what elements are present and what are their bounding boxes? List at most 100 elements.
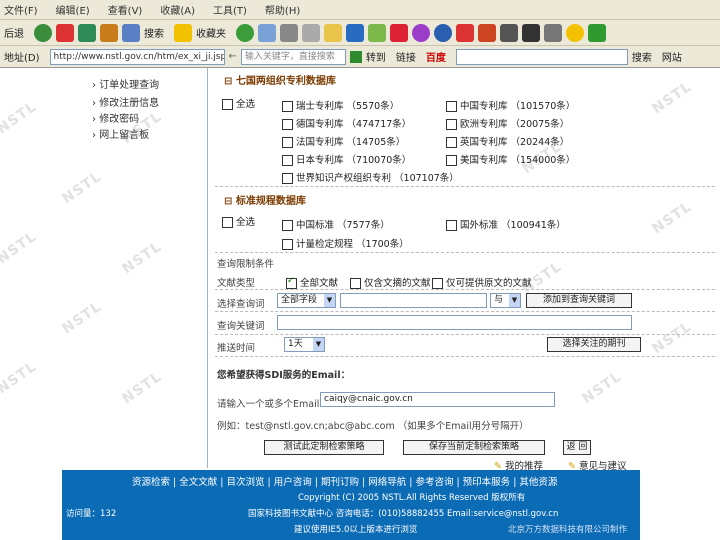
producer: 北京万方数据科技有限公司制作 [508, 525, 628, 535]
back-button[interactable]: 后退 [4, 25, 24, 40]
divider [215, 289, 715, 290]
divider [215, 186, 715, 187]
tool-icon[interactable] [368, 23, 386, 42]
standard-foreign[interactable]: 国外标准 （100941条） [446, 217, 566, 231]
watermark: NSTL [579, 368, 625, 408]
email-label: 请输入一个或多个Email [217, 399, 320, 410]
patent-wipo[interactable]: 世界知识产权组织专利 （107107条） [282, 170, 459, 184]
field-select[interactable]: 全部字段 ▼ [277, 293, 336, 308]
menu-file[interactable]: 文件(F) [4, 2, 38, 17]
address-search-input[interactable]: 输入关键字，直接搜索 [240, 48, 346, 65]
app-icon-1[interactable] [390, 23, 408, 42]
test-strategy-button[interactable]: 测试此定制检索策略 [264, 440, 384, 455]
print-icon[interactable] [280, 23, 298, 42]
standard-metrology[interactable]: 计量检定规程 （1700条） [282, 236, 409, 250]
address-label: 地址(D) [4, 53, 40, 64]
back-button[interactable]: 返 回 [563, 440, 591, 455]
email-example: 例如：test@nstl.gov.cn;abc@abc.com （如果多个Ema… [217, 421, 529, 432]
footer-links[interactable]: 资源检索 | 全文文献 | 目次浏览 | 用户咨询 | 期刊订购 | 网络导航 … [132, 474, 557, 488]
chevron-down-icon: ▼ [313, 338, 324, 351]
app-icon-4[interactable] [456, 23, 474, 42]
sdi-title: 您希望获得SDI服务的Email： [217, 370, 351, 381]
query-label: 选择查询词 [217, 299, 265, 310]
baidu-search-button[interactable]: 搜索 [632, 49, 652, 64]
search-icon[interactable] [122, 23, 140, 42]
app-icon-7[interactable] [544, 23, 562, 42]
links-button[interactable]: 链接 [396, 49, 416, 64]
keywords-label: 查询关键词 [217, 321, 265, 332]
app-icon-6[interactable] [500, 23, 518, 42]
patent-france[interactable]: 法国专利库 （14705条） [282, 134, 405, 148]
home-icon[interactable] [100, 23, 118, 42]
menu-bar: 文件(F) 编辑(E) 查看(V) 收藏(A) 工具(T) 帮助(H) [0, 0, 720, 20]
divider [215, 252, 715, 253]
refresh-icon[interactable] [78, 23, 96, 42]
standards-select-all[interactable]: 全选 [222, 214, 255, 228]
smiley-icon[interactable] [566, 23, 584, 42]
email-input[interactable]: caiqy@cnaic.gov.cn [320, 392, 555, 407]
edit-icon[interactable] [302, 23, 320, 42]
watermark: NSTL [649, 198, 695, 238]
baidu-search-input[interactable] [455, 48, 628, 65]
add-keyword-button[interactable]: 添加到查询关键词 [526, 293, 632, 308]
menu-favorites[interactable]: 收藏(A) [160, 2, 195, 17]
back-arrow-icon[interactable]: ← [229, 51, 237, 62]
save-strategy-button[interactable]: 保存当前定制检索策略 [403, 440, 545, 455]
menu-help[interactable]: 帮助(H) [265, 2, 300, 17]
frequency-select[interactable]: 1天 ▼ [284, 337, 325, 352]
conditions-label: 查询限制条件 [217, 259, 275, 270]
patent-china[interactable]: 中国专利库 （101570条） [446, 98, 575, 112]
doc-type-all[interactable]: 全部文献 [286, 275, 338, 289]
app-icon-3[interactable] [434, 23, 452, 42]
app-icon-8[interactable] [588, 23, 606, 42]
standard-china[interactable]: 中国标准 （7577条） [282, 217, 390, 231]
nav-change-password[interactable]: › 修改密码 [92, 110, 139, 125]
app-icon-5[interactable] [478, 23, 496, 42]
chevron-down-icon: ▼ [324, 294, 335, 307]
frequency-label: 推送时间 [217, 343, 256, 354]
keywords-input[interactable] [277, 315, 632, 330]
divider [215, 334, 715, 335]
doc-type-fulltext[interactable]: 仅可提供原文的文献 [432, 275, 532, 289]
divider [215, 311, 715, 312]
chevron-down-icon: ▼ [509, 294, 520, 307]
nav-edit-profile[interactable]: › 修改注册信息 [92, 94, 159, 109]
menu-tools[interactable]: 工具(T) [213, 2, 247, 17]
history-icon[interactable] [236, 23, 254, 42]
folder-icon[interactable] [324, 23, 342, 42]
panel-divider [207, 68, 208, 468]
go-icon[interactable] [349, 50, 362, 63]
logic-select[interactable]: 与 ▼ [490, 293, 521, 308]
patents-select-all[interactable]: 全选 [222, 96, 255, 110]
select-journals-button[interactable]: 选择关注的期刊 [547, 337, 641, 352]
nav-order-query[interactable]: › 订单处理查询 [92, 76, 159, 91]
patent-swiss[interactable]: 瑞士专利库 （5570条） [282, 98, 399, 112]
patent-germany[interactable]: 德国专利库 （474717条） [282, 116, 411, 130]
app-icon-2[interactable] [412, 23, 430, 42]
messenger-icon[interactable] [346, 23, 364, 42]
forward-icon[interactable] [34, 23, 52, 42]
menu-view[interactable]: 查看(V) [108, 2, 143, 17]
stop-icon[interactable] [56, 23, 74, 42]
doc-type-abstract[interactable]: 仅含文摘的文献 [350, 275, 431, 289]
menu-edit[interactable]: 编辑(E) [56, 2, 90, 17]
patent-uk[interactable]: 英国专利库 （20244条） [446, 134, 569, 148]
section-patents-title: ⊟ 七国两组织专利数据库 [224, 76, 336, 87]
url-input[interactable]: http://www.nstl.gov.cn/htm/ex_xi_ji.jsp [49, 48, 225, 65]
site-label[interactable]: 网站 [662, 49, 682, 64]
mail-icon[interactable] [258, 23, 276, 42]
go-button[interactable]: 转到 [366, 49, 386, 64]
patent-europe[interactable]: 欧洲专利库 （20075条） [446, 116, 569, 130]
nav-message-board[interactable]: › 网上留言板 [92, 126, 149, 141]
contact-info: 国家科技图书文献中心 咨询电话：(010)58882455 Email:serv… [248, 509, 559, 519]
address-bar: 地址(D) http://www.nstl.gov.cn/htm/ex_xi_j… [0, 46, 720, 68]
query-input[interactable] [340, 293, 487, 308]
qq-icon[interactable] [522, 23, 540, 42]
baidu-logo[interactable]: 百度 [426, 49, 446, 64]
favorites-icon[interactable] [174, 23, 192, 42]
watermark: NSTL [649, 318, 695, 358]
patent-japan[interactable]: 日本专利库 （710070条） [282, 152, 411, 166]
favorites-button[interactable]: 收藏夹 [196, 25, 226, 40]
search-button[interactable]: 搜索 [144, 25, 164, 40]
patent-us[interactable]: 美国专利库 （154000条） [446, 152, 575, 166]
